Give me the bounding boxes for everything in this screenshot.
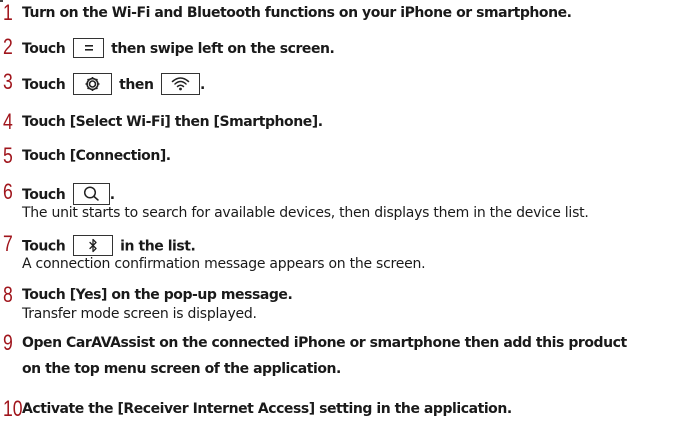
step-number: 10: [3, 396, 23, 421]
step-text-after: in the list.: [120, 238, 196, 255]
step-instruction: Activate the [Receiver Internet Access] …: [22, 401, 512, 417]
step-number: 2: [3, 34, 13, 59]
step-text-after: then swipe left on the screen.: [111, 41, 335, 57]
step-detail: Transfer mode screen is displayed.: [22, 306, 257, 322]
step-instruction: Touch then swipe left on the screen.: [22, 38, 335, 59]
touch-label: Touch: [22, 238, 66, 255]
step-instruction: Touch in the list.: [22, 235, 196, 257]
search-icon: [72, 183, 110, 205]
step-detail: The unit starts to search for available …: [22, 205, 589, 221]
touch-label: Touch: [22, 41, 66, 57]
menu-icon: [72, 38, 104, 58]
step-instruction: Touch [Connection].: [22, 148, 171, 164]
step-instruction: Touch [Select Wi-Fi] then [Smartphone].: [22, 114, 323, 130]
step-instruction: Touch .: [22, 183, 115, 206]
then-label: then: [119, 77, 154, 93]
step-number: 8: [3, 282, 13, 307]
step-detail: A connection confirmation message appear…: [22, 256, 426, 272]
step-number: 1: [3, 0, 13, 25]
step-instruction: Open CarAVAssist on the connected iPhone…: [22, 335, 627, 351]
wifi-icon: [160, 73, 200, 95]
step-text-after: .: [199, 77, 205, 93]
touch-label: Touch: [22, 187, 66, 203]
step-instruction: Turn on the Wi-Fi and Bluetooth function…: [22, 5, 572, 21]
step-instruction: Touch [Yes] on the pop-up message.: [22, 287, 293, 303]
step-number: 4: [3, 109, 13, 134]
step-number: 5: [3, 143, 13, 168]
step-number: 3: [3, 69, 13, 94]
step-instruction-continued: on the top menu screen of the applicatio…: [22, 361, 341, 377]
bluetooth-icon: [72, 235, 113, 256]
touch-label: Touch: [22, 77, 66, 93]
step-number: 6: [3, 179, 13, 204]
step-number: 9: [3, 330, 13, 355]
gear-icon: [72, 73, 112, 95]
step-number: 7: [3, 231, 13, 256]
step-instruction: Touch then .: [22, 73, 205, 96]
step-text-after: .: [109, 187, 115, 203]
